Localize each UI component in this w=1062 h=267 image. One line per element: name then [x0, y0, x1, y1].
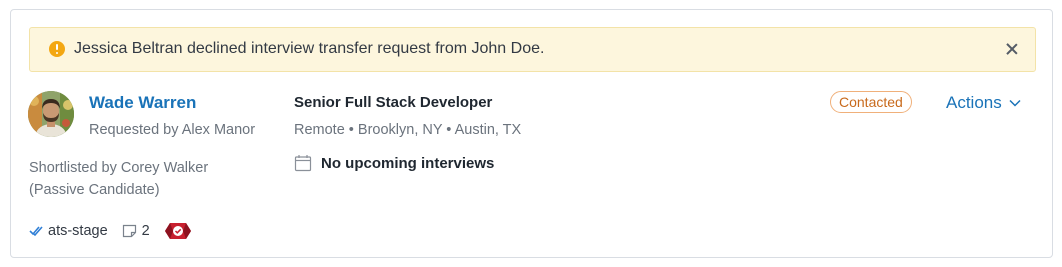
job-title: Senior Full Stack Developer — [294, 94, 493, 111]
calendar-icon — [294, 155, 312, 172]
interviews-status-text: No upcoming interviews — [321, 154, 495, 172]
status-badge: Contacted — [830, 91, 912, 113]
alert-banner: Jessica Beltran declined interview trans… — [29, 27, 1036, 72]
candidate-name-link[interactable]: Wade Warren — [89, 93, 196, 113]
interviews-status: No upcoming interviews — [294, 154, 494, 172]
warning-icon — [49, 41, 65, 57]
ats-stage-tag[interactable]: ats-stage — [29, 223, 108, 239]
candidate-card: Jessica Beltran declined interview trans… — [10, 9, 1053, 258]
actions-label: Actions — [946, 93, 1002, 112]
tags-row: ats-stage 2 — [29, 220, 192, 242]
verified-badge-icon — [164, 223, 191, 239]
double-check-icon — [29, 226, 43, 237]
requested-by: Requested by Alex Manor — [89, 122, 256, 138]
chevron-down-icon — [1009, 99, 1021, 107]
candidate-type: (Passive Candidate) — [29, 182, 160, 198]
shortlisted-by: Shortlisted by Corey Walker — [29, 160, 209, 176]
notes-tag[interactable]: 2 — [122, 223, 150, 239]
ats-stage-label: ats-stage — [48, 223, 108, 239]
avatar[interactable] — [28, 91, 74, 137]
shortlisted-info: Shortlisted by Corey Walker (Passive Can… — [29, 157, 259, 201]
verified-badge — [164, 221, 192, 241]
avatar-image — [28, 91, 74, 137]
alert-message: Jessica Beltran declined interview trans… — [74, 40, 545, 57]
notes-count: 2 — [141, 223, 150, 239]
job-locations: Remote • Brooklyn, NY • Austin, TX — [294, 122, 522, 138]
note-icon — [122, 224, 136, 238]
close-icon[interactable] — [1003, 40, 1021, 58]
actions-dropdown[interactable]: Actions — [946, 93, 1022, 113]
